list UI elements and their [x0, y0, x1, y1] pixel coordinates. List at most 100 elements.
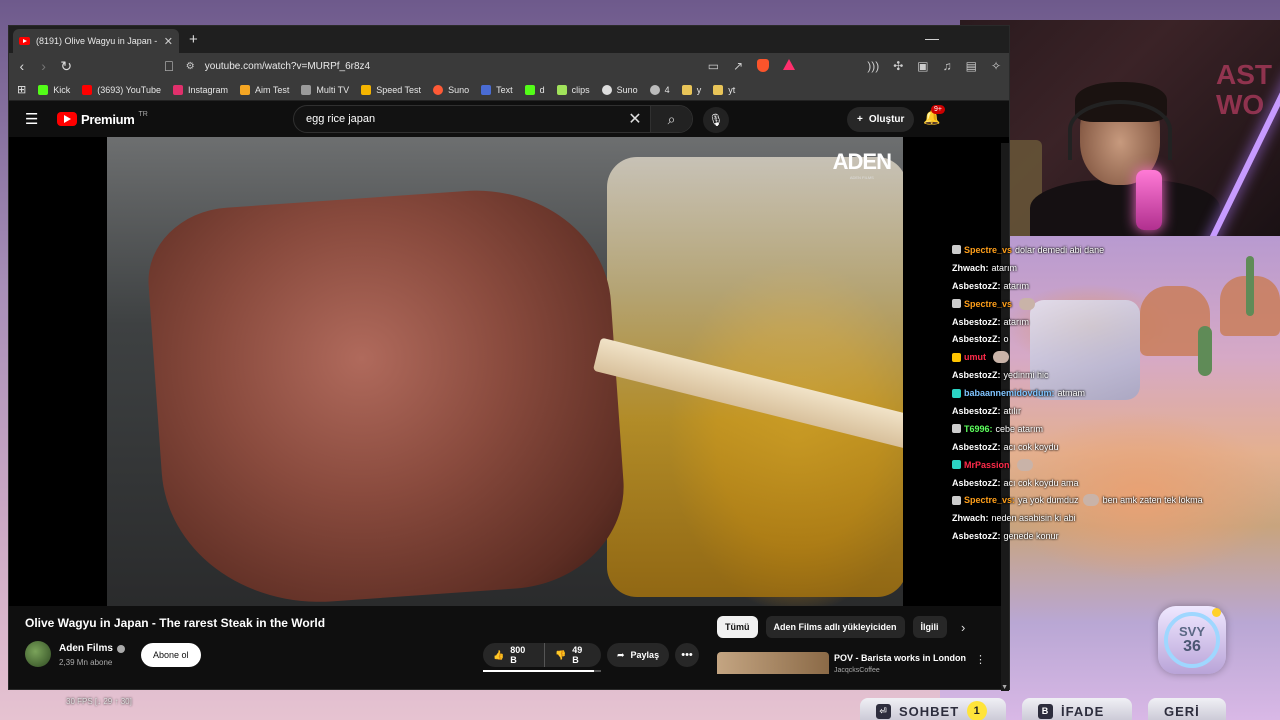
- chat-username[interactable]: AsbestozZ:: [952, 317, 1001, 327]
- dislike-button[interactable]: 👎 49 B: [545, 643, 601, 667]
- bookmark-item[interactable]: Instagram: [172, 84, 228, 95]
- apps-grid-icon[interactable]: ⊞: [17, 83, 26, 96]
- scroll-down-icon[interactable]: ▼: [1001, 684, 1008, 691]
- create-button[interactable]: + Oluştur: [847, 107, 915, 132]
- video-frame[interactable]: ADEN ADEN FILMS: [107, 137, 903, 606]
- chat-username[interactable]: AsbestozZ:: [952, 370, 1001, 380]
- chat-username[interactable]: AsbestozZ:: [952, 334, 1001, 344]
- like-button[interactable]: 👍 800 B: [483, 643, 545, 667]
- more-actions-button[interactable]: •••: [675, 643, 699, 667]
- recommended-title[interactable]: POV - Barista works in London: [834, 653, 966, 663]
- minimize-icon[interactable]: —: [925, 30, 939, 46]
- chat-username[interactable]: AsbestozZ:: [952, 531, 1001, 541]
- recommended-thumbnail[interactable]: [717, 652, 829, 674]
- wagyu-steak: [143, 181, 631, 606]
- search-button[interactable]: ⌕: [650, 106, 692, 132]
- new-tab-icon[interactable]: +: [189, 31, 198, 48]
- chat-badge-icon: [952, 388, 961, 398]
- channel-avatar[interactable]: [25, 641, 51, 667]
- bookmark-folder[interactable]: yt: [713, 84, 735, 95]
- reload-icon[interactable]: ↻: [60, 58, 72, 75]
- chat-username[interactable]: MrPassion: [964, 460, 1010, 470]
- browser-tab[interactable]: (8191) Olive Wagyu in Japan - Th ✕: [13, 29, 179, 53]
- chat-badge-icon: [952, 495, 961, 505]
- chat-text: ya yok dumduz: [1018, 495, 1079, 506]
- forward-icon[interactable]: ›: [39, 58, 49, 74]
- chat-emote-icon: [1082, 494, 1099, 507]
- chat-username[interactable]: AsbestozZ:: [952, 281, 1001, 291]
- search-input[interactable]: egg rice japan: [306, 113, 620, 125]
- back-button[interactable]: GERİ: [1148, 698, 1226, 720]
- search-box[interactable]: egg rice japan ✕ ⌕: [293, 105, 693, 133]
- youtube-favicon-icon: [19, 37, 30, 45]
- bookmark-item[interactable]: Speed Test: [361, 84, 421, 95]
- site-info-icon[interactable]: ⚙: [186, 61, 195, 72]
- bookmark-item[interactable]: 4: [649, 84, 670, 95]
- chat-username[interactable]: AsbestozZ:: [952, 478, 1001, 488]
- speedometer-icon: [361, 84, 372, 95]
- brave-shield-icon[interactable]: [757, 59, 770, 72]
- chat-text: yedinmi hic: [1003, 370, 1049, 381]
- chat-username[interactable]: Zhwach:: [952, 263, 989, 273]
- video-player[interactable]: ADEN ADEN FILMS: [9, 137, 1009, 606]
- voice-search-button[interactable]: 🎙: [703, 107, 729, 133]
- audio-icon[interactable]: ))): [867, 59, 879, 73]
- bookmark-item[interactable]: clips: [556, 84, 590, 95]
- share-button[interactable]: ➦ Paylaş: [607, 643, 670, 667]
- leo-icon[interactable]: ✧: [991, 59, 1001, 73]
- bookmark-item[interactable]: (3693) YouTube: [82, 84, 161, 95]
- chat-button[interactable]: ⏎ SOHBET 1: [860, 698, 1006, 720]
- sidebar-icon[interactable]: ▣: [917, 59, 928, 73]
- chat-emote-icon: [1016, 458, 1033, 471]
- wall-sign: AST WO: [1216, 59, 1272, 120]
- more-vert-icon[interactable]: ⋮: [975, 653, 986, 666]
- subscribe-button[interactable]: Abone ol: [141, 643, 201, 667]
- music-icon[interactable]: ♫: [943, 59, 952, 73]
- threads-icon: [649, 84, 660, 95]
- watermark-text: ADEN: [832, 149, 892, 174]
- chat-username[interactable]: Spectre_vs: [964, 245, 1012, 255]
- chat-username[interactable]: Zhwach:: [952, 513, 989, 523]
- chat-username[interactable]: Spectre_vs:: [964, 495, 1015, 505]
- cast-icon[interactable]: ▭: [708, 59, 719, 73]
- channel-name[interactable]: Aden Films: [59, 643, 125, 654]
- clear-search-icon[interactable]: ✕: [620, 109, 650, 129]
- wallet-icon[interactable]: ▤: [966, 59, 977, 73]
- share-icon[interactable]: ↗: [733, 59, 743, 73]
- chat-text: o: [1003, 334, 1009, 345]
- more-dots-icon: •••: [681, 649, 693, 661]
- chat-username[interactable]: T6996:: [964, 424, 993, 434]
- chat-username[interactable]: AsbestozZ:: [952, 406, 1001, 416]
- puzzle-icon[interactable]: ✣: [893, 59, 903, 73]
- kick-icon: [38, 84, 49, 95]
- bookmark-item[interactable]: Suno: [601, 84, 638, 95]
- bookmark-folder[interactable]: y: [681, 84, 701, 95]
- chip-all[interactable]: Tümü: [717, 616, 758, 638]
- chip-related[interactable]: İlgili: [912, 616, 947, 638]
- chevron-right-icon[interactable]: ›: [961, 620, 965, 635]
- close-tab-icon[interactable]: ✕: [164, 35, 173, 48]
- chat-count: 1: [967, 701, 988, 720]
- chat-label: SOHBET: [899, 703, 960, 719]
- chat-username[interactable]: babaannemidovdum:: [964, 388, 1055, 398]
- brave-rewards-icon[interactable]: [783, 59, 796, 70]
- chip-from-uploader[interactable]: Aden Films adlı yükleyiciden: [765, 616, 905, 638]
- chat-username[interactable]: AsbestozZ:: [952, 442, 1001, 452]
- bookmark-item[interactable]: Multi TV: [301, 84, 349, 95]
- bookmark-item[interactable]: Kick: [38, 84, 70, 95]
- bookmark-item[interactable]: Aim Test: [240, 84, 289, 95]
- back-icon[interactable]: ‹: [17, 58, 27, 74]
- chat-message: Zhwach: atarım: [952, 259, 1272, 277]
- youtube-logo[interactable]: Premium TR: [57, 111, 148, 127]
- bookmark-item[interactable]: d: [524, 84, 545, 95]
- tv-icon: [301, 84, 312, 95]
- menu-icon[interactable]: ☰: [25, 110, 41, 128]
- url-field[interactable]: ⚙ youtube.com/watch?v=MURPf_6r8z4: [186, 56, 686, 76]
- emote-button[interactable]: B İFADE: [1022, 698, 1132, 720]
- bookmark-icon[interactable]: ⎕: [164, 58, 174, 75]
- chat-username[interactable]: Spectre_vs: [964, 299, 1012, 309]
- bookmark-item[interactable]: Text: [481, 84, 513, 95]
- bookmark-item[interactable]: Suno: [433, 84, 469, 95]
- chat-username[interactable]: umut: [964, 352, 986, 362]
- bookmarks-bar: ⊞ Kick (3693) YouTube Instagram Aim Test…: [9, 79, 1009, 101]
